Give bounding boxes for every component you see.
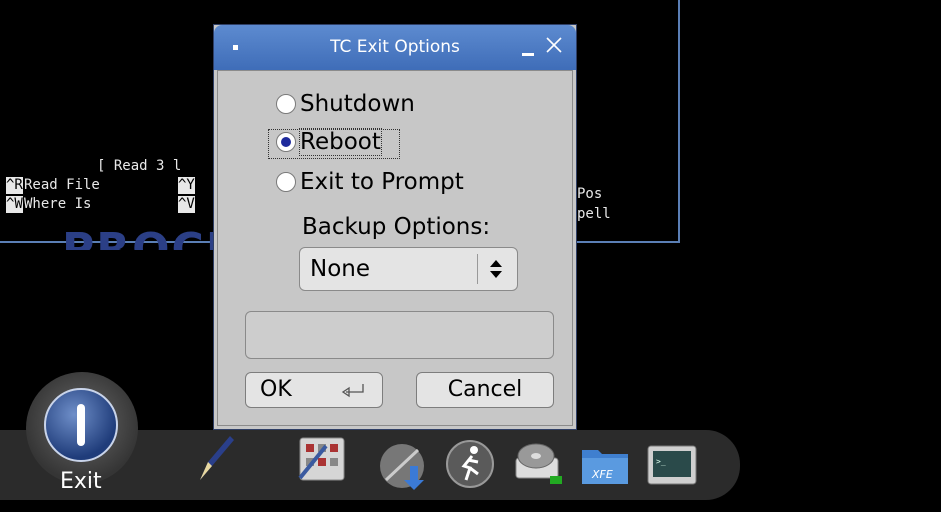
terminal-status-line: [ Read 3 l xyxy=(97,158,182,174)
dialog-body: Shutdown Reboot Exit to Prompt Backup Op… xyxy=(217,70,573,426)
shortcut-key: ^V xyxy=(178,196,195,213)
shortcut-key: ^W xyxy=(6,196,23,213)
pen-icon[interactable] xyxy=(190,432,242,484)
radio-circle-icon[interactable] xyxy=(276,94,296,114)
terminal-icon[interactable]: >_ xyxy=(646,440,698,492)
status-box xyxy=(245,311,554,359)
xfe-file-manager-icon[interactable]: XFE xyxy=(580,440,632,492)
cancel-button[interactable]: Cancel xyxy=(416,372,554,408)
focus-rect xyxy=(268,129,400,159)
select-divider xyxy=(477,254,478,284)
radio-shutdown[interactable]: Shutdown xyxy=(276,91,415,117)
backup-options-value: None xyxy=(310,256,371,282)
shortcut-tail: pell xyxy=(577,206,611,222)
ok-button-label: OK xyxy=(260,377,292,402)
shortcut-key: ^Y xyxy=(178,177,195,194)
mount-tool-icon[interactable] xyxy=(512,436,564,488)
return-arrow-icon xyxy=(341,384,364,398)
up-down-arrows-icon[interactable] xyxy=(486,257,506,281)
minimize-icon[interactable] xyxy=(522,53,534,56)
shortcut-label: Read File xyxy=(24,177,100,193)
shortcut-key: ^R xyxy=(6,177,23,194)
radio-label: Shutdown xyxy=(300,91,415,117)
run-icon[interactable] xyxy=(444,438,496,490)
backup-options-select[interactable]: None xyxy=(299,247,518,291)
svg-text:>_: >_ xyxy=(656,457,666,466)
exit-button[interactable] xyxy=(26,372,138,484)
exit-label: Exit xyxy=(60,469,102,494)
install-icon[interactable] xyxy=(378,440,430,492)
close-icon[interactable] xyxy=(544,35,564,55)
cancel-button-label: Cancel xyxy=(447,377,523,402)
shortcut-label: Where Is xyxy=(24,196,92,212)
radio-label: Exit to Prompt xyxy=(300,169,464,195)
dialog-titlebar[interactable]: TC Exit Options xyxy=(214,25,576,70)
exit-options-dialog: TC Exit Options Shutdown Reboot Exit to … xyxy=(213,24,577,430)
backup-options-label: Backup Options: xyxy=(302,214,491,240)
power-icon[interactable] xyxy=(44,388,118,462)
background-heading: PROCE xyxy=(62,226,238,250)
control-panel-icon[interactable] xyxy=(296,432,348,484)
xfe-text: XFE xyxy=(591,468,613,481)
ok-button[interactable]: OK xyxy=(245,372,383,408)
radio-circle-icon[interactable] xyxy=(276,172,296,192)
shortcut-tail: Pos xyxy=(577,186,603,202)
radio-exit-to-prompt[interactable]: Exit to Prompt xyxy=(276,169,464,195)
